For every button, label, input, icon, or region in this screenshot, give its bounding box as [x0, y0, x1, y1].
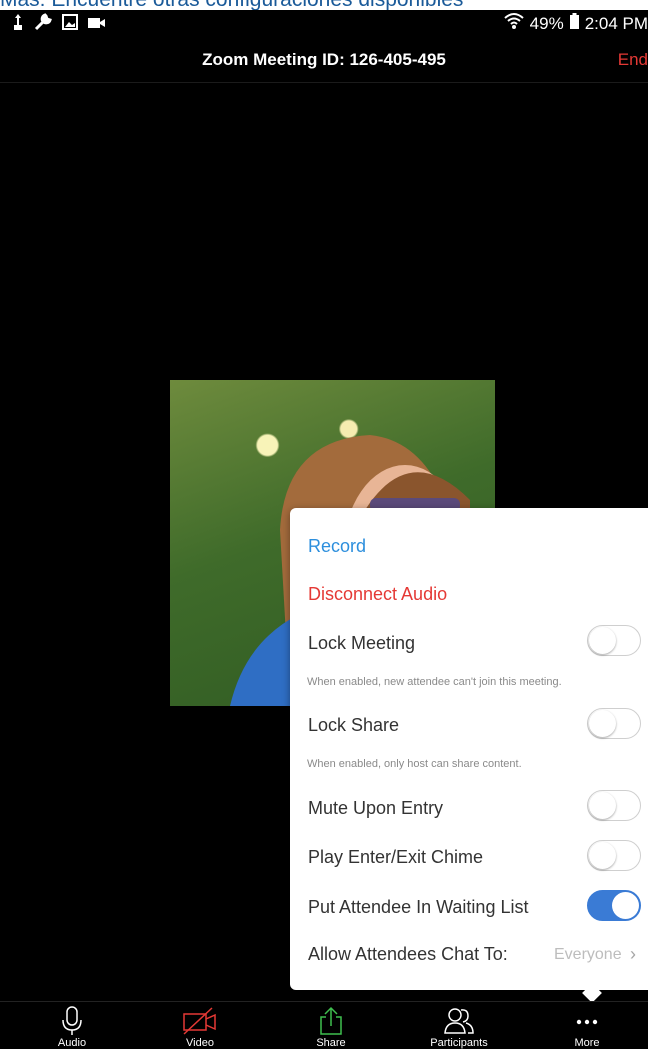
- waiting-list-toggle[interactable]: [587, 890, 641, 921]
- waiting-list-label: Put Attendee In Waiting List: [308, 897, 529, 917]
- usb-icon: [12, 14, 24, 35]
- chat-permission-label: Allow Attendees Chat To:: [308, 944, 508, 964]
- microphone-icon: [62, 1006, 82, 1035]
- menu-pointer: [582, 983, 602, 1003]
- participants-label: Participants: [430, 1037, 488, 1049]
- video-button[interactable]: Video: [150, 1002, 250, 1049]
- wifi-icon: [503, 12, 524, 35]
- video-off-icon: [183, 1007, 216, 1035]
- share-label: Share: [316, 1037, 346, 1049]
- participants-button[interactable]: Participants: [409, 1002, 509, 1049]
- lock-meeting-hint: When enabled, new attendee can't join th…: [307, 676, 562, 688]
- play-chime-label: Play Enter/Exit Chime: [308, 847, 484, 867]
- lock-share-label: Lock Share: [308, 715, 400, 735]
- battery-icon: [569, 13, 579, 34]
- audio-button[interactable]: Audio: [22, 1002, 122, 1049]
- clock: 2:04 PM: [584, 13, 648, 33]
- meeting-header: Zoom Meeting ID: 126-405-495 End: [0, 34, 648, 83]
- mute-upon-entry-toggle[interactable]: [587, 790, 641, 821]
- disconnect-audio-button[interactable]: Disconnect Audio: [308, 584, 447, 605]
- more-label: More: [574, 1037, 600, 1049]
- audio-label: Audio: [57, 1037, 87, 1049]
- chevron-right-icon[interactable]: ›: [630, 944, 636, 965]
- more-options-menu: Record Disconnect Audio Lock Meeting Whe…: [290, 508, 648, 1003]
- share-icon: [320, 1006, 342, 1035]
- share-button[interactable]: Share: [281, 1002, 381, 1049]
- mute-upon-entry-label: Mute Upon Entry: [308, 798, 444, 818]
- play-chime-toggle[interactable]: [587, 840, 641, 871]
- lock-meeting-toggle[interactable]: [587, 625, 641, 656]
- battery-percent: 49%: [529, 13, 564, 33]
- record-button[interactable]: Record: [308, 536, 366, 557]
- lock-share-toggle[interactable]: [587, 708, 641, 739]
- more-button[interactable]: More: [537, 1002, 637, 1049]
- end-meeting-button[interactable]: End: [618, 50, 648, 70]
- video-camera-icon: [88, 15, 106, 35]
- caption-text: Más: Encuentre otras configuraciones dis…: [0, 0, 648, 10]
- lock-meeting-label: Lock Meeting: [308, 633, 416, 653]
- video-label: Video: [186, 1037, 214, 1049]
- image-icon: [62, 14, 78, 35]
- status-bar: 49% 2:04 PM: [0, 10, 648, 34]
- wrench-icon: [34, 13, 52, 36]
- more-dots-icon: [576, 1019, 598, 1025]
- meeting-toolbar: Audio Video Share Participants More: [0, 1001, 648, 1049]
- participants-icon: [444, 1008, 474, 1034]
- chat-permission-value[interactable]: Everyone: [554, 946, 622, 964]
- lock-share-hint: When enabled, only host can share conten…: [307, 758, 522, 770]
- meeting-id-title: Zoom Meeting ID: 126-405-495: [202, 50, 446, 69]
